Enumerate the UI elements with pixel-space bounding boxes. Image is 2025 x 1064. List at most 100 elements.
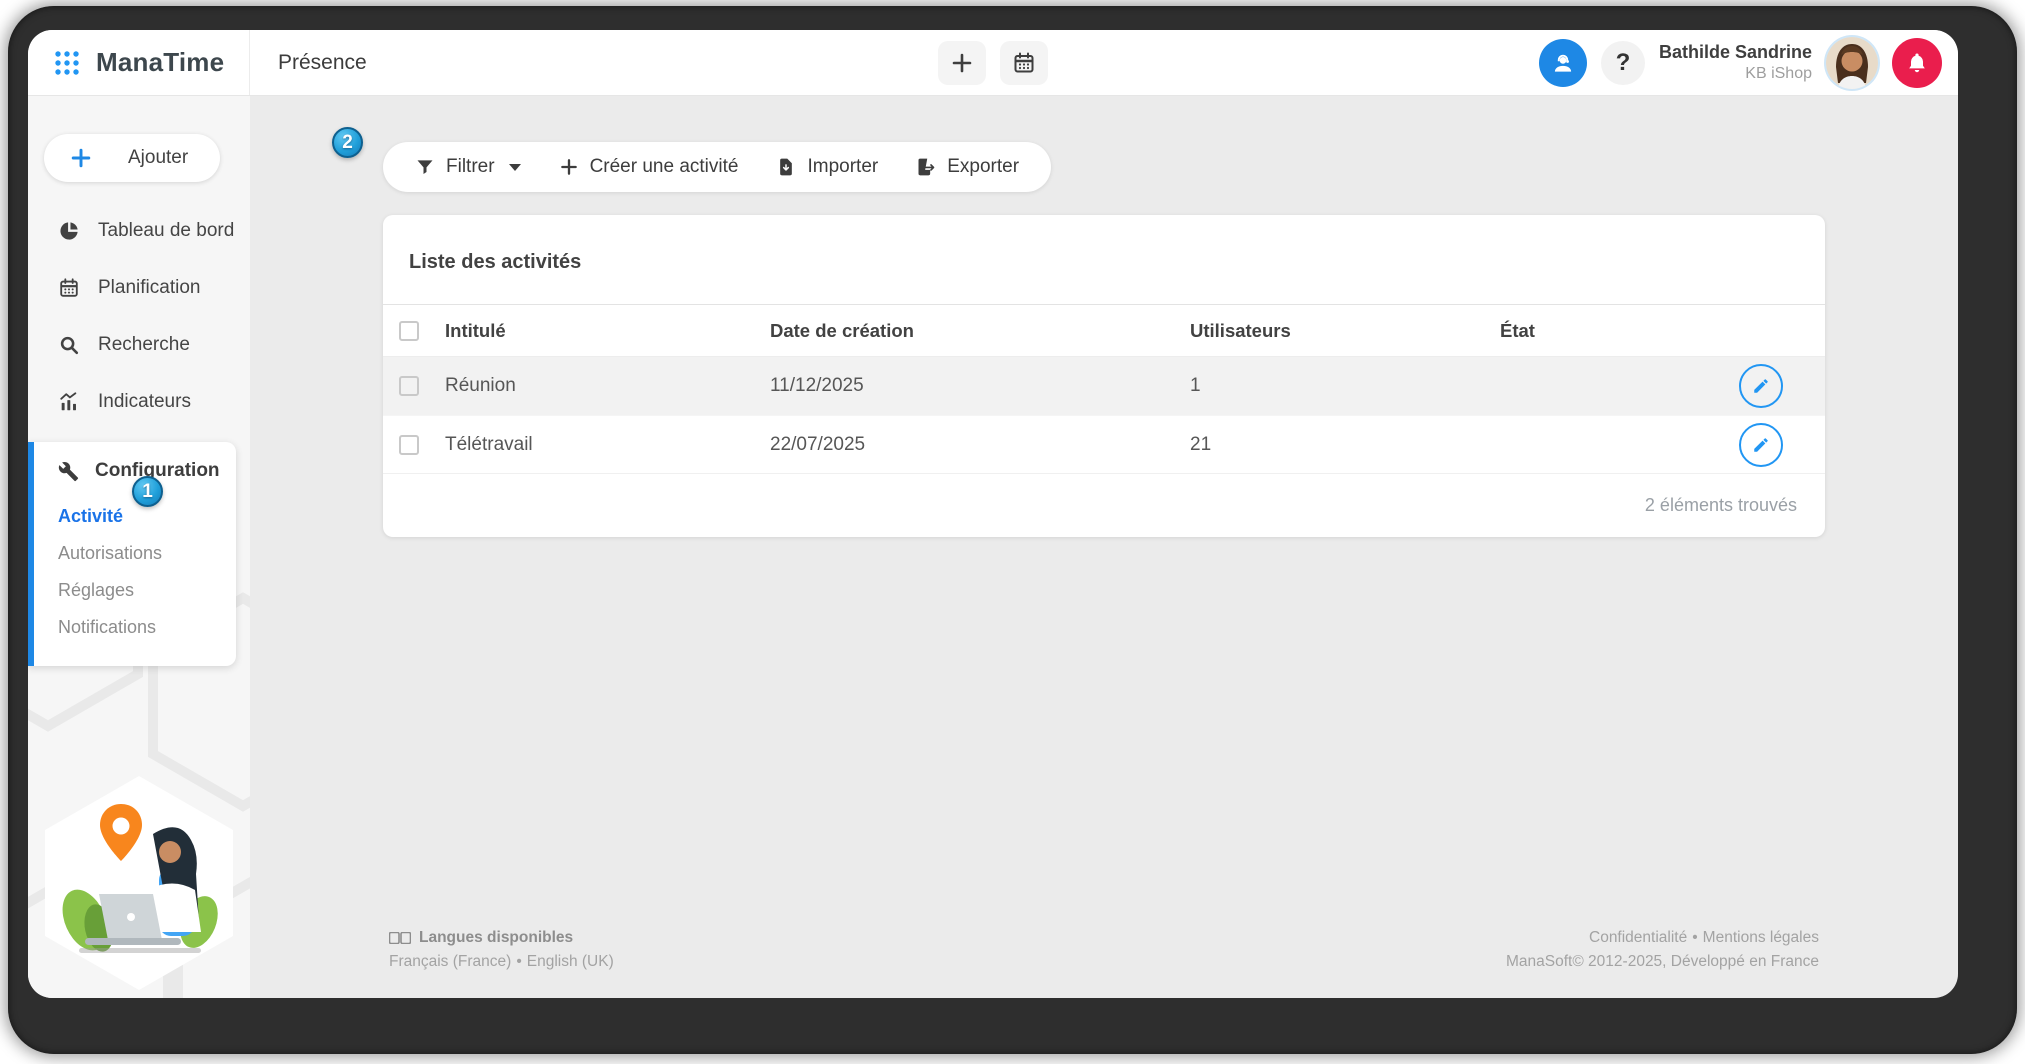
screenshot-canvas: ManaTime Présence ? Bathilde Sandrine KB…	[0, 0, 2025, 1064]
sidebar-item-label: Tableau de bord	[98, 220, 235, 241]
user-name: Bathilde Sandrine	[1658, 42, 1812, 63]
footer-legal: Confidentialité • Mentions légales ManaSof…	[1506, 926, 1819, 974]
quick-add-button[interactable]	[938, 40, 986, 85]
edit-button[interactable]	[1739, 422, 1783, 467]
languages-title: Langues disponibles	[419, 928, 574, 946]
callout-badge-2: 2	[332, 127, 363, 158]
sidebar-item-activite[interactable]: Activité	[34, 498, 236, 535]
funnel-icon	[415, 157, 435, 177]
sidebar-item-notifications[interactable]: Notifications	[34, 609, 236, 646]
configuration-section: Configuration Activité Autorisations Rég…	[28, 442, 236, 666]
legal-notice-link[interactable]: Mentions légales	[1703, 929, 1819, 946]
brand-name: ManaTime	[96, 47, 225, 77]
config-link-label: Autorisations	[58, 543, 163, 563]
configuration-header[interactable]: Configuration	[34, 460, 236, 482]
cell-created: 11/12/2025	[770, 375, 864, 396]
plus-icon	[559, 157, 579, 177]
column-header-intitule[interactable]: Intitulé	[445, 320, 770, 342]
page-footer: Langues disponibles Français (France) • En…	[383, 926, 1825, 998]
support-agent-icon	[1550, 50, 1576, 76]
edit-button[interactable]	[1739, 364, 1783, 408]
support-button[interactable]	[1538, 38, 1587, 87]
brand-logo[interactable]: ManaTime	[28, 30, 250, 95]
sidebar-item-dashboard[interactable]: Tableau de bord	[28, 208, 250, 254]
sidebar-item-autorisations[interactable]: Autorisations	[34, 535, 236, 572]
import-button[interactable]: Importer	[776, 156, 878, 178]
separator: •	[1692, 928, 1698, 946]
plus-icon	[950, 51, 974, 75]
flags-icon	[389, 931, 411, 944]
config-link-label: Réglages	[58, 580, 135, 600]
header-user-area: ? Bathilde Sandrine KB iShop	[1538, 36, 1958, 89]
cell-name: Réunion	[445, 375, 516, 396]
notification-bell-icon	[1905, 51, 1929, 75]
export-button[interactable]: Exporter	[916, 156, 1019, 178]
filter-label: Filtrer	[446, 156, 495, 177]
quick-calendar-button[interactable]	[1000, 40, 1048, 85]
user-menu[interactable]: Bathilde Sandrine KB iShop	[1659, 41, 1812, 84]
top-bar: ManaTime Présence ? Bathilde Sandrine KB…	[28, 30, 1958, 96]
table-row: Télétravail 22/07/2025 21	[383, 415, 1825, 473]
sidebar: Ajouter Tableau de bord Planification Re…	[28, 96, 250, 998]
help-icon: ?	[1615, 48, 1631, 76]
file-export-icon	[916, 157, 936, 177]
cell-name: Télétravail	[445, 433, 533, 455]
results-count: 2 éléments trouvés	[383, 473, 1825, 537]
config-link-label: Activité	[58, 506, 124, 526]
search-icon	[58, 334, 80, 356]
privacy-link[interactable]: Confidentialité	[1589, 929, 1687, 946]
cell-users: 1	[1190, 375, 1201, 396]
plus-icon	[70, 147, 92, 169]
sidebar-item-planning[interactable]: Planification	[28, 265, 250, 311]
create-activity-label: Créer une activité	[589, 156, 739, 177]
column-header-utilisateurs[interactable]: Utilisateurs	[1190, 320, 1500, 342]
chevron-down-icon	[508, 163, 521, 171]
row-checkbox[interactable]	[399, 434, 419, 455]
toolbar-wrap: Filtrer Créer une activité Importer Expo…	[383, 142, 1825, 192]
create-activity-button[interactable]: Créer une activité	[559, 156, 739, 178]
table-header-row: Intitulé Date de création Utilisateurs É…	[383, 305, 1825, 357]
calendar-icon	[58, 277, 80, 299]
separator: •	[516, 952, 522, 970]
sidebar-illustration	[28, 772, 250, 998]
footer-languages: Langues disponibles Français (France) • En…	[389, 926, 614, 974]
card-title: Liste des activités	[383, 215, 1825, 305]
sidebar-item-label: Recherche	[98, 334, 190, 355]
notification-button[interactable]	[1892, 37, 1942, 88]
pie-chart-icon	[58, 220, 80, 242]
avatar[interactable]	[1826, 36, 1878, 89]
column-header-date-creation[interactable]: Date de création	[770, 320, 1190, 342]
callout-badge-1: 1	[132, 476, 163, 507]
pencil-icon	[1754, 379, 1768, 393]
language-link-fr[interactable]: Français (France)	[389, 953, 511, 970]
cell-users: 21	[1190, 433, 1212, 455]
sidebar-nav: Tableau de bord Planification Recherche …	[28, 208, 250, 436]
export-label: Exporter	[947, 156, 1020, 177]
page-title: Présence	[278, 50, 367, 74]
user-company: KB iShop	[1745, 64, 1812, 82]
bar-chart-icon	[58, 391, 80, 413]
select-all-checkbox[interactable]	[399, 320, 419, 341]
sidebar-item-search[interactable]: Recherche	[28, 322, 250, 368]
row-checkbox[interactable]	[399, 376, 419, 396]
language-link-en[interactable]: English (UK)	[527, 953, 614, 970]
file-import-icon	[776, 157, 796, 177]
column-header-etat[interactable]: État	[1500, 320, 1739, 342]
activities-card: Liste des activités Intitulé Date de cré…	[383, 215, 1825, 537]
header-quick-actions	[938, 40, 1048, 85]
sidebar-item-label: Indicateurs	[98, 391, 191, 412]
copyright: ManaSoft© 2012-2025, Développé en France	[1505, 952, 1819, 970]
help-button[interactable]: ?	[1600, 40, 1645, 85]
calendar-icon	[1012, 51, 1036, 75]
sidebar-item-indicators[interactable]: Indicateurs	[28, 379, 250, 425]
import-label: Importer	[807, 156, 879, 177]
filter-button[interactable]: Filtrer	[415, 156, 521, 178]
main-content: Filtrer Créer une activité Importer Expo…	[250, 96, 1958, 998]
table-row: Réunion 11/12/2025 1	[383, 357, 1825, 415]
wrench-icon	[58, 461, 79, 482]
add-button[interactable]: Ajouter	[44, 134, 220, 182]
sidebar-item-label: Planification	[98, 277, 201, 298]
sidebar-item-reglages[interactable]: Réglages	[34, 572, 236, 609]
toolbar: Filtrer Créer une activité Importer Expo…	[383, 142, 1052, 192]
pencil-icon	[1754, 437, 1768, 452]
